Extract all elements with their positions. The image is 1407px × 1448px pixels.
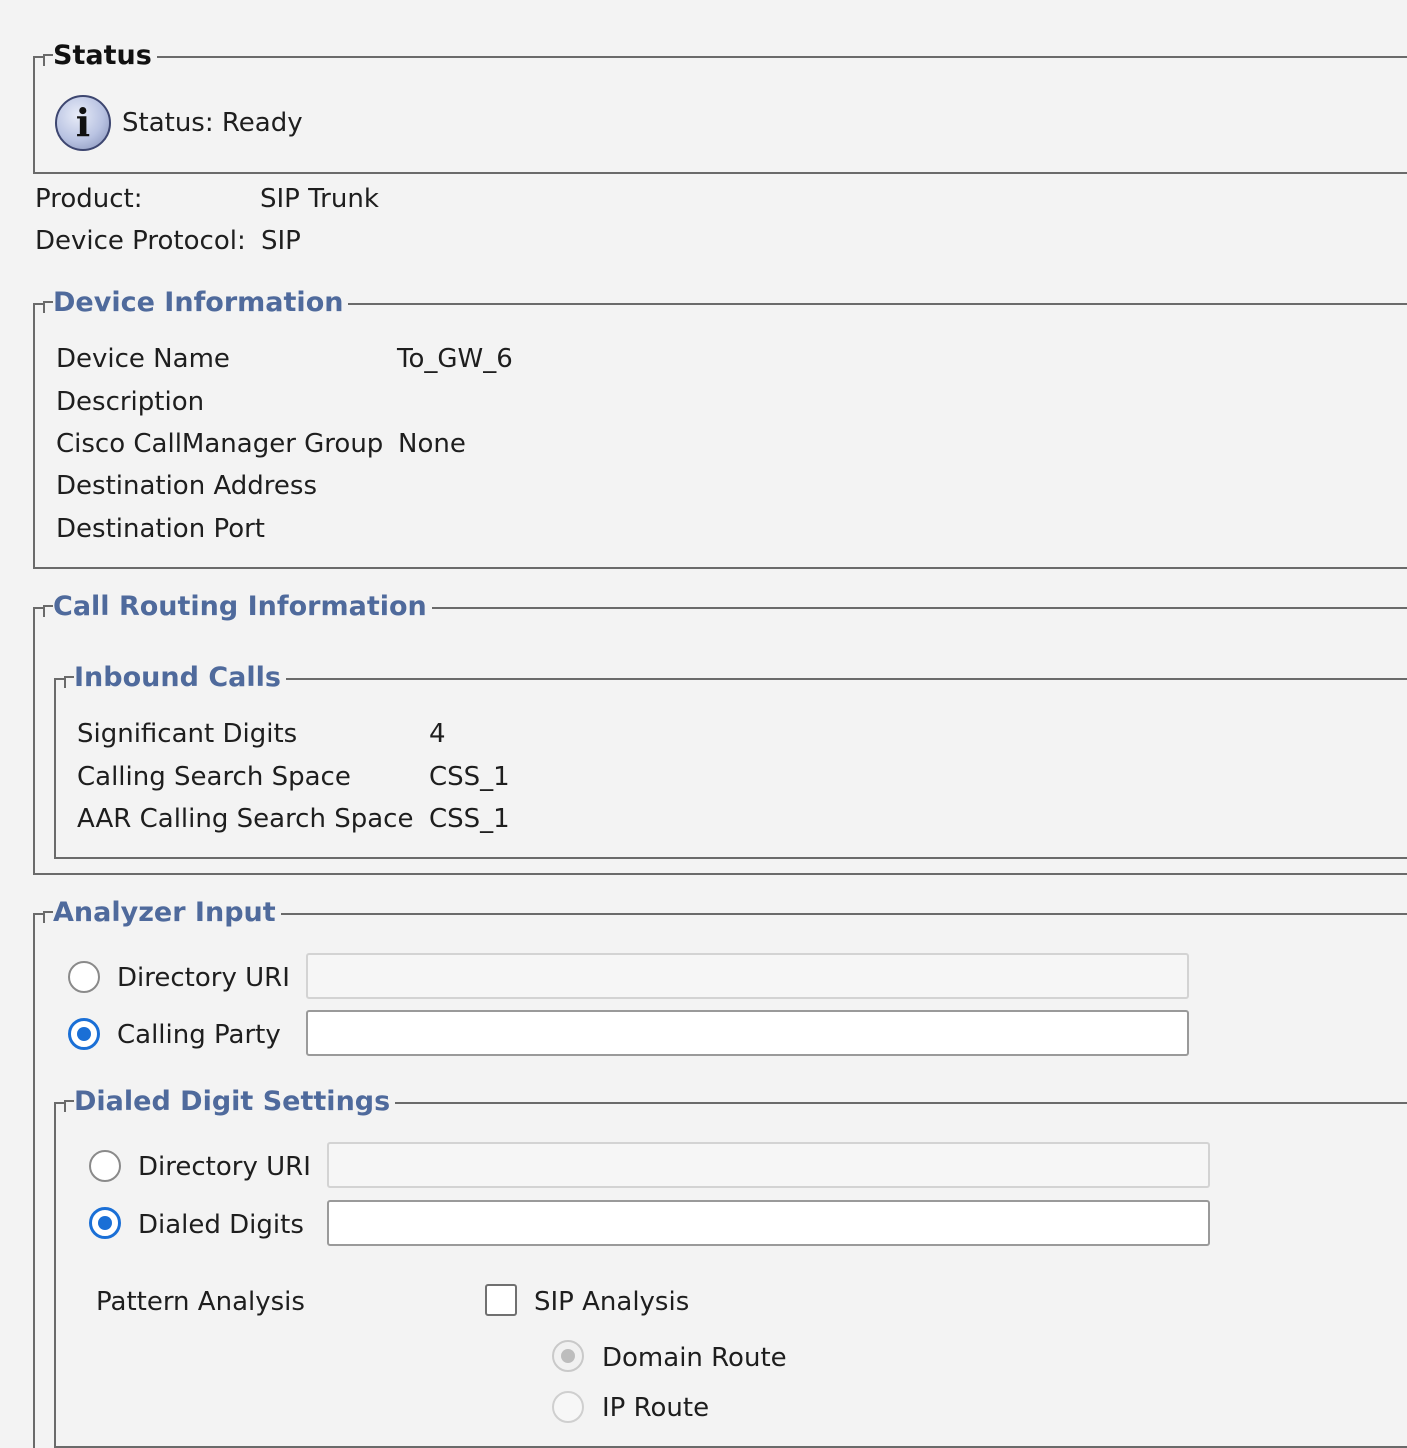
calling-search-space-value: CSS_1 — [429, 762, 510, 792]
destination-address-label: Destination Address — [56, 471, 318, 501]
device-name-value: To_GW_6 — [397, 344, 513, 374]
analyzer-directory-uri-input[interactable] — [306, 953, 1189, 999]
callmanager-group-label: Cisco CallManager Group — [56, 429, 384, 459]
ip-route-label[interactable]: IP Route — [602, 1392, 709, 1424]
dialed-digits-radio[interactable] — [89, 1207, 121, 1239]
domain-route-radio[interactable] — [552, 1340, 584, 1372]
aar-calling-search-space-value: CSS_1 — [429, 804, 510, 834]
analyzer-calling-party-label[interactable]: Calling Party — [117, 1019, 281, 1051]
dialed-digit-settings-legend: Dialed Digit Settings — [64, 1085, 396, 1119]
dialed-directory-uri-input[interactable] — [327, 1142, 1210, 1188]
device-protocol-value: SIP — [261, 226, 301, 256]
domain-route-label[interactable]: Domain Route — [602, 1342, 787, 1374]
pattern-analysis-label: Pattern Analysis — [96, 1287, 305, 1317]
ip-route-radio[interactable] — [552, 1391, 584, 1423]
calling-search-space-label: Calling Search Space — [77, 762, 351, 792]
inbound-calls-legend: Inbound Calls — [64, 661, 286, 695]
analyzer-directory-uri-label[interactable]: Directory URI — [117, 962, 290, 994]
dialed-directory-uri-radio[interactable] — [89, 1150, 121, 1182]
sip-analysis-checkbox[interactable] — [485, 1284, 517, 1316]
product-value: SIP Trunk — [260, 184, 379, 214]
product-label: Product: — [35, 184, 143, 214]
analyzer-directory-uri-radio[interactable] — [68, 961, 100, 993]
significant-digits-value: 4 — [429, 719, 446, 749]
analyzer-calling-party-radio[interactable] — [68, 1018, 100, 1050]
dialed-digits-label[interactable]: Dialed Digits — [138, 1209, 304, 1241]
aar-calling-search-space-label: AAR Calling Search Space — [77, 804, 414, 834]
callmanager-group-value: None — [398, 429, 466, 459]
destination-port-label: Destination Port — [56, 514, 266, 544]
call-routing-legend: Call Routing Information — [43, 590, 432, 624]
status-legend: Status — [43, 39, 157, 73]
device-protocol-label: Device Protocol: — [35, 226, 246, 256]
significant-digits-label: Significant Digits — [77, 719, 298, 749]
device-information-legend: Device Information — [43, 286, 349, 320]
description-label: Description — [56, 387, 205, 417]
dialed-digits-input[interactable] — [327, 1200, 1210, 1246]
trunk-analyzer-page: Status i Status: Ready Product: SIP Trun… — [0, 0, 1407, 1448]
dialed-directory-uri-label[interactable]: Directory URI — [138, 1151, 311, 1183]
sip-analysis-label[interactable]: SIP Analysis — [534, 1286, 689, 1318]
device-name-label: Device Name — [56, 344, 230, 374]
status-message: Status: Ready — [122, 108, 303, 138]
analyzer-input-legend: Analyzer Input — [43, 896, 281, 930]
analyzer-calling-party-input[interactable] — [306, 1010, 1189, 1056]
info-icon: i — [55, 95, 111, 151]
